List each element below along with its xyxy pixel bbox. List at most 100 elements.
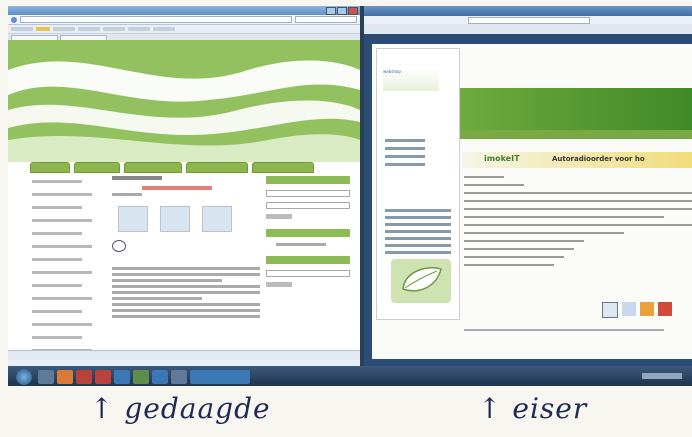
- menu-item[interactable]: [32, 336, 82, 339]
- content-heading: [112, 176, 162, 180]
- login-field[interactable]: [266, 190, 350, 197]
- partner-logo-icon[interactable]: [658, 302, 672, 316]
- sidebar-header: [266, 229, 350, 237]
- text-line: [385, 209, 451, 212]
- leaf-logo-icon: [391, 259, 451, 303]
- header-banner: [460, 88, 692, 130]
- toolbar-button[interactable]: [128, 27, 150, 31]
- annotation-left: ↑ gedaagde: [90, 392, 271, 425]
- product-image[interactable]: [160, 206, 190, 232]
- status-bar: [8, 350, 360, 360]
- bold-heading: [132, 256, 260, 263]
- maximize-icon[interactable]: [337, 7, 347, 15]
- search-input[interactable]: [295, 16, 357, 23]
- brand-header: imokeIT Autoradioorder voor ho: [462, 152, 692, 168]
- text-line: [464, 264, 554, 266]
- text-line: [385, 223, 451, 226]
- menu-item[interactable]: [32, 206, 82, 209]
- menu-item[interactable]: [32, 310, 82, 313]
- back-icon[interactable]: [11, 16, 17, 23]
- word-icon[interactable]: [114, 370, 130, 384]
- article-body: [464, 176, 692, 272]
- window-titlebar[interactable]: [364, 6, 692, 16]
- menu-item[interactable]: [32, 271, 92, 274]
- arrow-up-icon: ↑: [478, 392, 503, 425]
- toolbar-button[interactable]: [78, 27, 100, 31]
- chrome-icon[interactable]: [152, 370, 168, 384]
- partner-logo-icon[interactable]: [602, 302, 618, 318]
- menu-item[interactable]: [32, 323, 92, 326]
- text-line: [112, 193, 142, 196]
- taskbar-window[interactable]: [190, 370, 250, 384]
- nav-tab[interactable]: [186, 162, 248, 173]
- product-image[interactable]: [202, 206, 232, 232]
- address-bar: [8, 15, 360, 25]
- window-titlebar[interactable]: [8, 6, 360, 15]
- opening-hours: [385, 209, 451, 258]
- product-image[interactable]: [118, 206, 148, 232]
- text-line: [464, 216, 664, 218]
- text-line: [385, 139, 425, 142]
- text-line: [385, 147, 425, 150]
- webpage-left: [8, 40, 360, 360]
- password-field[interactable]: [266, 202, 350, 209]
- text-line: [385, 163, 425, 166]
- media-icon[interactable]: [57, 370, 73, 384]
- newsletter-field[interactable]: [266, 270, 350, 277]
- brand-tagline: Autoradioorder voor ho: [552, 155, 645, 163]
- text-line: [464, 248, 574, 250]
- outlook-icon[interactable]: [171, 370, 187, 384]
- toolbar-button[interactable]: [103, 27, 125, 31]
- nav-tab[interactable]: [252, 162, 314, 173]
- browser-toolbar: [364, 24, 692, 34]
- menu-item[interactable]: [32, 193, 92, 196]
- toolbar-button[interactable]: [11, 27, 33, 31]
- toolbar-button[interactable]: [53, 27, 75, 31]
- menu-item[interactable]: [32, 219, 92, 222]
- text-line: [276, 243, 326, 246]
- text-line: [464, 208, 692, 210]
- toolbar-button[interactable]: [36, 27, 50, 31]
- system-clock[interactable]: [642, 373, 682, 379]
- nav-tab[interactable]: [74, 162, 120, 173]
- text-line: [385, 237, 451, 240]
- brand-logo[interactable]: imokeIT: [484, 154, 520, 163]
- pdf-icon[interactable]: [95, 370, 111, 384]
- partner-logo-icon[interactable]: [622, 302, 636, 316]
- webpage-right: webshop imokeIT Autoradioorder voor ho: [372, 44, 692, 359]
- menu-item[interactable]: [32, 245, 92, 248]
- menu-item[interactable]: [32, 232, 82, 235]
- nav-tab[interactable]: [124, 162, 182, 173]
- site-logo[interactable]: webshop: [383, 69, 439, 91]
- close-icon[interactable]: [348, 7, 358, 15]
- partner-logo-icon[interactable]: [640, 302, 654, 316]
- text-line: [385, 155, 425, 158]
- menu-item[interactable]: [32, 297, 92, 300]
- subscribe-button[interactable]: [266, 282, 292, 287]
- menu-item[interactable]: [32, 284, 82, 287]
- text-line: [385, 216, 451, 219]
- text-line: [385, 244, 451, 247]
- text-line: [112, 303, 260, 306]
- nav-tab[interactable]: [30, 162, 70, 173]
- explorer-icon[interactable]: [38, 370, 54, 384]
- text-line: [464, 256, 564, 258]
- taskbar-items: [38, 370, 250, 384]
- start-orb-icon[interactable]: [16, 369, 32, 385]
- text-line: [112, 267, 260, 270]
- menu-item[interactable]: [32, 258, 82, 261]
- login-button[interactable]: [266, 214, 292, 219]
- menu-item[interactable]: [32, 180, 82, 183]
- screenshot: webshop imokeIT Autoradioorder voor ho: [8, 6, 692, 386]
- text-line: [112, 285, 260, 288]
- url-input[interactable]: [468, 16, 590, 24]
- minimize-icon[interactable]: [326, 7, 336, 15]
- url-input[interactable]: [20, 16, 292, 23]
- site-nav[interactable]: [460, 130, 692, 139]
- toolbar-button[interactable]: [153, 27, 175, 31]
- excel-icon[interactable]: [133, 370, 149, 384]
- firefox-icon[interactable]: [76, 370, 92, 384]
- text-line: [464, 184, 524, 186]
- main-content: [112, 176, 260, 321]
- annotation-right: ↑ eiser: [478, 392, 587, 425]
